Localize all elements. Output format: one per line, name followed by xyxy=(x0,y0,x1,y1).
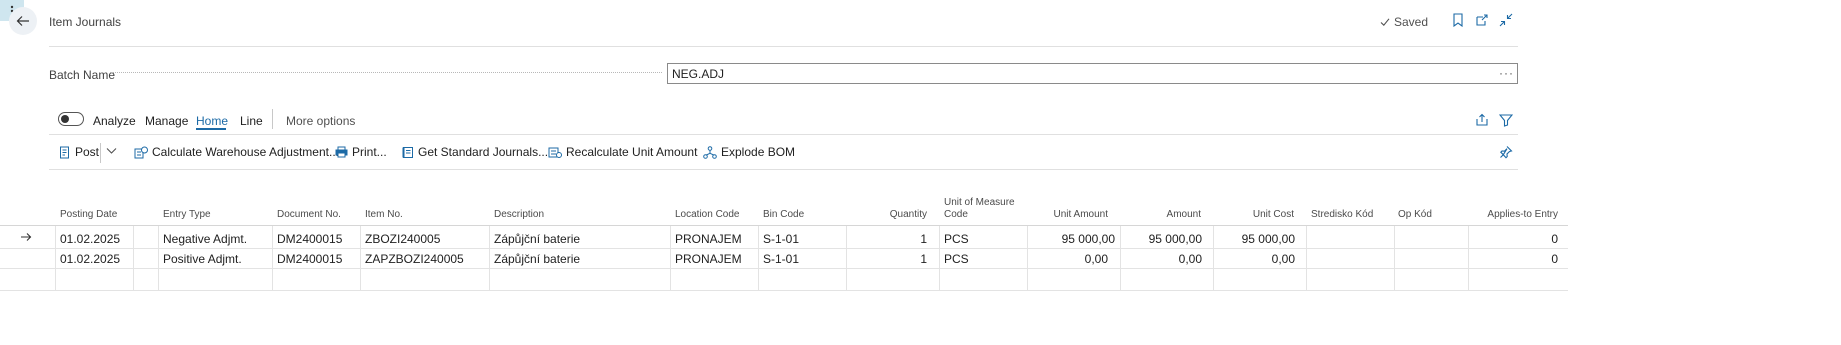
filter-icon[interactable] xyxy=(1498,112,1514,128)
recalculate-icon xyxy=(548,147,562,158)
post-dropdown-button[interactable] xyxy=(106,147,117,155)
cell-entry-type[interactable]: Positive Adjmt. xyxy=(163,252,242,266)
pin-icon[interactable] xyxy=(1498,144,1514,160)
col-unit-cost[interactable]: Unit Cost xyxy=(1214,209,1294,221)
printer-icon xyxy=(335,146,348,158)
col-bin-code[interactable]: Bin Code xyxy=(763,209,804,221)
arrow-left-icon xyxy=(16,16,29,26)
cell-document-no[interactable]: DM2400015 xyxy=(277,252,342,266)
cell-quantity[interactable]: 1 xyxy=(846,252,927,266)
col-unit-amount[interactable]: Unit Amount xyxy=(1028,209,1108,221)
cell-quantity[interactable]: 1 xyxy=(846,232,927,246)
tab-separator xyxy=(272,109,273,129)
back-button[interactable] xyxy=(9,7,37,35)
cell-unit-amount[interactable]: 0,00 xyxy=(1028,252,1108,266)
col-location-code[interactable]: Location Code xyxy=(675,209,740,221)
open-new-window-icon[interactable] xyxy=(1474,12,1490,28)
col-posting-date[interactable]: Posting Date xyxy=(60,209,117,221)
cell-amount[interactable]: 0,00 xyxy=(1121,252,1202,266)
cell-unit-cost[interactable]: 0,00 xyxy=(1214,252,1295,266)
calc-warehouse-adjustment-label: Calculate Warehouse Adjustment... xyxy=(152,145,339,159)
post-label: Post xyxy=(75,145,100,159)
cell-location-code[interactable]: PRONAJEM xyxy=(675,252,742,266)
batch-name-label: Batch Name xyxy=(49,68,116,82)
post-button[interactable]: Post xyxy=(59,145,99,159)
tab-manage[interactable]: Manage xyxy=(145,114,188,128)
more-options-button[interactable]: More options xyxy=(286,114,355,128)
page-title: Item Journals xyxy=(49,15,122,29)
recalculate-unit-amount-label: Recalculate Unit Amount xyxy=(566,145,698,159)
cell-applies-to-entry[interactable]: 0 xyxy=(1470,252,1558,266)
cell-item-no[interactable]: ZAPZBOZI240005 xyxy=(365,252,464,266)
saved-label: Saved xyxy=(1394,15,1429,29)
share-icon[interactable] xyxy=(1474,112,1490,128)
cell-description[interactable]: Zápůjční baterie xyxy=(494,232,580,246)
batch-lookup-button[interactable]: ··· xyxy=(1499,66,1514,80)
batch-name-leader xyxy=(110,72,662,73)
current-row-arrow-icon xyxy=(21,233,32,241)
table-row[interactable]: 01.02.2025 Negative Adjmt. DM2400015 ZBO… xyxy=(0,0,1841,246)
cell-posting-date[interactable]: 01.02.2025 xyxy=(60,252,120,266)
col-unit-of-measure-line2: Code xyxy=(944,209,968,220)
cell-bin-code[interactable]: S-1-01 xyxy=(763,232,799,246)
post-icon xyxy=(60,146,69,158)
cell-unit-of-measure[interactable]: PCS xyxy=(944,252,969,266)
chevron-down-icon xyxy=(106,148,117,154)
explode-bom-label: Explode BOM xyxy=(721,145,796,159)
col-amount[interactable]: Amount xyxy=(1121,209,1201,221)
cell-applies-to-entry[interactable]: 0 xyxy=(1470,232,1558,246)
col-description[interactable]: Description xyxy=(494,209,544,221)
tab-line[interactable]: Line xyxy=(240,114,263,128)
cell-location-code[interactable]: PRONAJEM xyxy=(675,232,742,246)
bookmark-icon[interactable] xyxy=(1450,12,1466,28)
calculate-icon xyxy=(134,146,148,158)
saved-status: Saved xyxy=(1380,15,1428,29)
cell-unit-cost[interactable]: 95 000,00 xyxy=(1214,232,1295,246)
col-applies-to-entry[interactable]: Applies-to Entry xyxy=(1470,209,1558,221)
row-divider xyxy=(0,290,1568,291)
get-standard-journals-label: Get Standard Journals... xyxy=(418,145,549,159)
checkmark-icon xyxy=(1380,18,1390,27)
tabs-divider xyxy=(49,134,1518,135)
cell-entry-type[interactable]: Negative Adjmt. xyxy=(163,232,247,246)
col-entry-type[interactable]: Entry Type xyxy=(163,209,211,221)
batch-name-input[interactable] xyxy=(667,63,1518,84)
col-op-kod[interactable]: Op Kód xyxy=(1398,209,1432,221)
post-split-separator xyxy=(100,143,101,163)
col-item-no[interactable]: Item No. xyxy=(365,209,403,221)
print-button[interactable]: Print... xyxy=(335,145,387,159)
tab-home[interactable]: Home xyxy=(196,114,228,128)
cell-unit-amount[interactable]: 95 000,00 xyxy=(1028,232,1115,246)
bom-tree-icon xyxy=(703,145,717,159)
calc-warehouse-adjustment-button[interactable]: Calculate Warehouse Adjustment... xyxy=(134,145,339,159)
cell-amount[interactable]: 95 000,00 xyxy=(1121,232,1202,246)
grid-header-border xyxy=(0,225,1568,226)
row-divider xyxy=(0,248,1568,249)
col-unit-of-measure[interactable]: Unit of Measure Code xyxy=(944,197,1015,221)
col-stredisko-kod[interactable]: Stredisko Kód xyxy=(1311,209,1373,221)
cell-description[interactable]: Zápůjční baterie xyxy=(494,252,580,266)
get-standard-journals-button[interactable]: Get Standard Journals... xyxy=(402,145,548,159)
header-divider xyxy=(49,46,1518,47)
cell-unit-of-measure[interactable]: PCS xyxy=(944,232,969,246)
col-document-no[interactable]: Document No. xyxy=(277,209,341,221)
active-tab-indicator xyxy=(196,128,226,130)
cell-item-no[interactable]: ZBOZI240005 xyxy=(365,232,440,246)
tab-analyze[interactable]: Analyze xyxy=(93,114,136,128)
analyze-toggle[interactable] xyxy=(58,112,84,126)
collapse-icon[interactable] xyxy=(1498,12,1514,28)
actions-divider xyxy=(49,169,1518,170)
print-label: Print... xyxy=(352,145,387,159)
cell-document-no[interactable]: DM2400015 xyxy=(277,232,342,246)
table-row-empty[interactable] xyxy=(0,269,1568,290)
explode-bom-button[interactable]: Explode BOM xyxy=(703,145,795,159)
col-unit-of-measure-line1: Unit of Measure xyxy=(944,197,1015,208)
cell-bin-code[interactable]: S-1-01 xyxy=(763,252,799,266)
cell-posting-date[interactable]: 01.02.2025 xyxy=(60,232,120,246)
col-quantity[interactable]: Quantity xyxy=(846,209,927,221)
recalculate-unit-amount-button[interactable]: Recalculate Unit Amount xyxy=(548,145,697,159)
journal-icon xyxy=(402,146,413,158)
